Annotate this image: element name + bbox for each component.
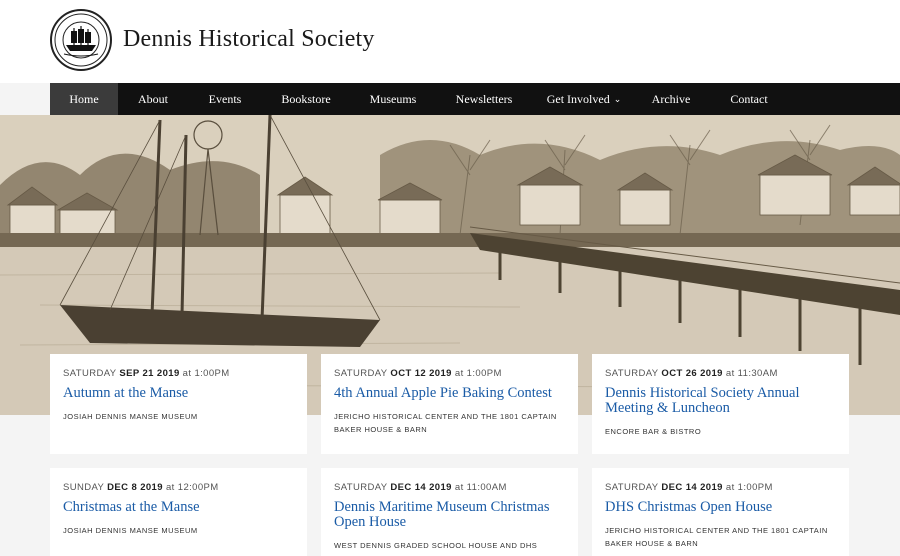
nav-item-get-involved[interactable]: Get Involved ⌄ <box>544 83 624 115</box>
event-date: SATURDAY DEC 14 2019 at 1:00PM <box>605 482 773 493</box>
event-venue: WEST DENNIS GRADED SCHOOL HOUSE AND DHS … <box>334 541 538 556</box>
event-date: SATURDAY DEC 14 2019 at 11:00AM <box>334 482 507 493</box>
event-card[interactable]: SATURDAY OCT 12 2019 at 1:00PM 4th Annua… <box>321 354 578 454</box>
event-title[interactable]: Christmas at the Manse <box>63 500 294 515</box>
nav-item-contact[interactable]: Contact <box>722 83 776 115</box>
event-title[interactable]: 4th Annual Apple Pie Baking Contest <box>334 386 565 401</box>
event-card[interactable]: SATURDAY DEC 14 2019 at 1:00PM DHS Chris… <box>592 468 849 556</box>
nav-item-home[interactable]: Home <box>50 83 118 115</box>
nav-item-archive[interactable]: Archive <box>644 83 698 115</box>
event-date: SATURDAY OCT 26 2019 at 11:30AM <box>605 368 778 379</box>
event-title[interactable]: Dennis Maritime Museum Christmas Open Ho… <box>334 500 565 530</box>
event-venue: JOSIAH DENNIS MANSE MUSEUM <box>63 526 198 535</box>
event-card[interactable]: SATURDAY SEP 21 2019 at 1:00PM Autumn at… <box>50 354 307 454</box>
event-card[interactable]: SATURDAY OCT 26 2019 at 11:30AM Dennis H… <box>592 354 849 454</box>
event-date: SATURDAY SEP 21 2019 at 1:00PM <box>63 368 230 379</box>
event-venue: JERICHO HISTORICAL CENTER AND THE 1801 C… <box>605 526 828 548</box>
main-nav: Home About Events Bookstore Museums News… <box>50 83 900 115</box>
event-card[interactable]: SUNDAY DEC 8 2019 at 12:00PM Christmas a… <box>50 468 307 556</box>
event-title[interactable]: Dennis Historical Society Annual Meeting… <box>605 386 836 416</box>
nav-item-museums[interactable]: Museums <box>362 83 424 115</box>
ship-seal-icon[interactable] <box>50 9 112 71</box>
event-title[interactable]: DHS Christmas Open House <box>605 500 836 515</box>
event-date: SATURDAY OCT 12 2019 at 1:00PM <box>334 368 502 379</box>
nav-item-get-involved-label: Get Involved <box>546 92 610 106</box>
event-venue: JOSIAH DENNIS MANSE MUSEUM <box>63 412 198 421</box>
event-card[interactable]: SATURDAY DEC 14 2019 at 11:00AM Dennis M… <box>321 468 578 556</box>
nav-item-newsletters[interactable]: Newsletters <box>448 83 520 115</box>
nav-item-events[interactable]: Events <box>198 83 252 115</box>
event-date: SUNDAY DEC 8 2019 at 12:00PM <box>63 482 219 493</box>
nav-item-bookstore[interactable]: Bookstore <box>274 83 338 115</box>
site-title[interactable]: Dennis Historical Society <box>123 26 375 53</box>
nav-item-about[interactable]: About <box>128 83 178 115</box>
event-venue: ENCORE BAR & BISTRO <box>605 427 702 436</box>
event-title[interactable]: Autumn at the Manse <box>63 386 294 401</box>
chevron-down-icon: ⌄ <box>613 94 622 104</box>
event-venue: JERICHO HISTORICAL CENTER AND THE 1801 C… <box>334 412 557 434</box>
site-header: Dennis Historical Society <box>0 0 900 83</box>
